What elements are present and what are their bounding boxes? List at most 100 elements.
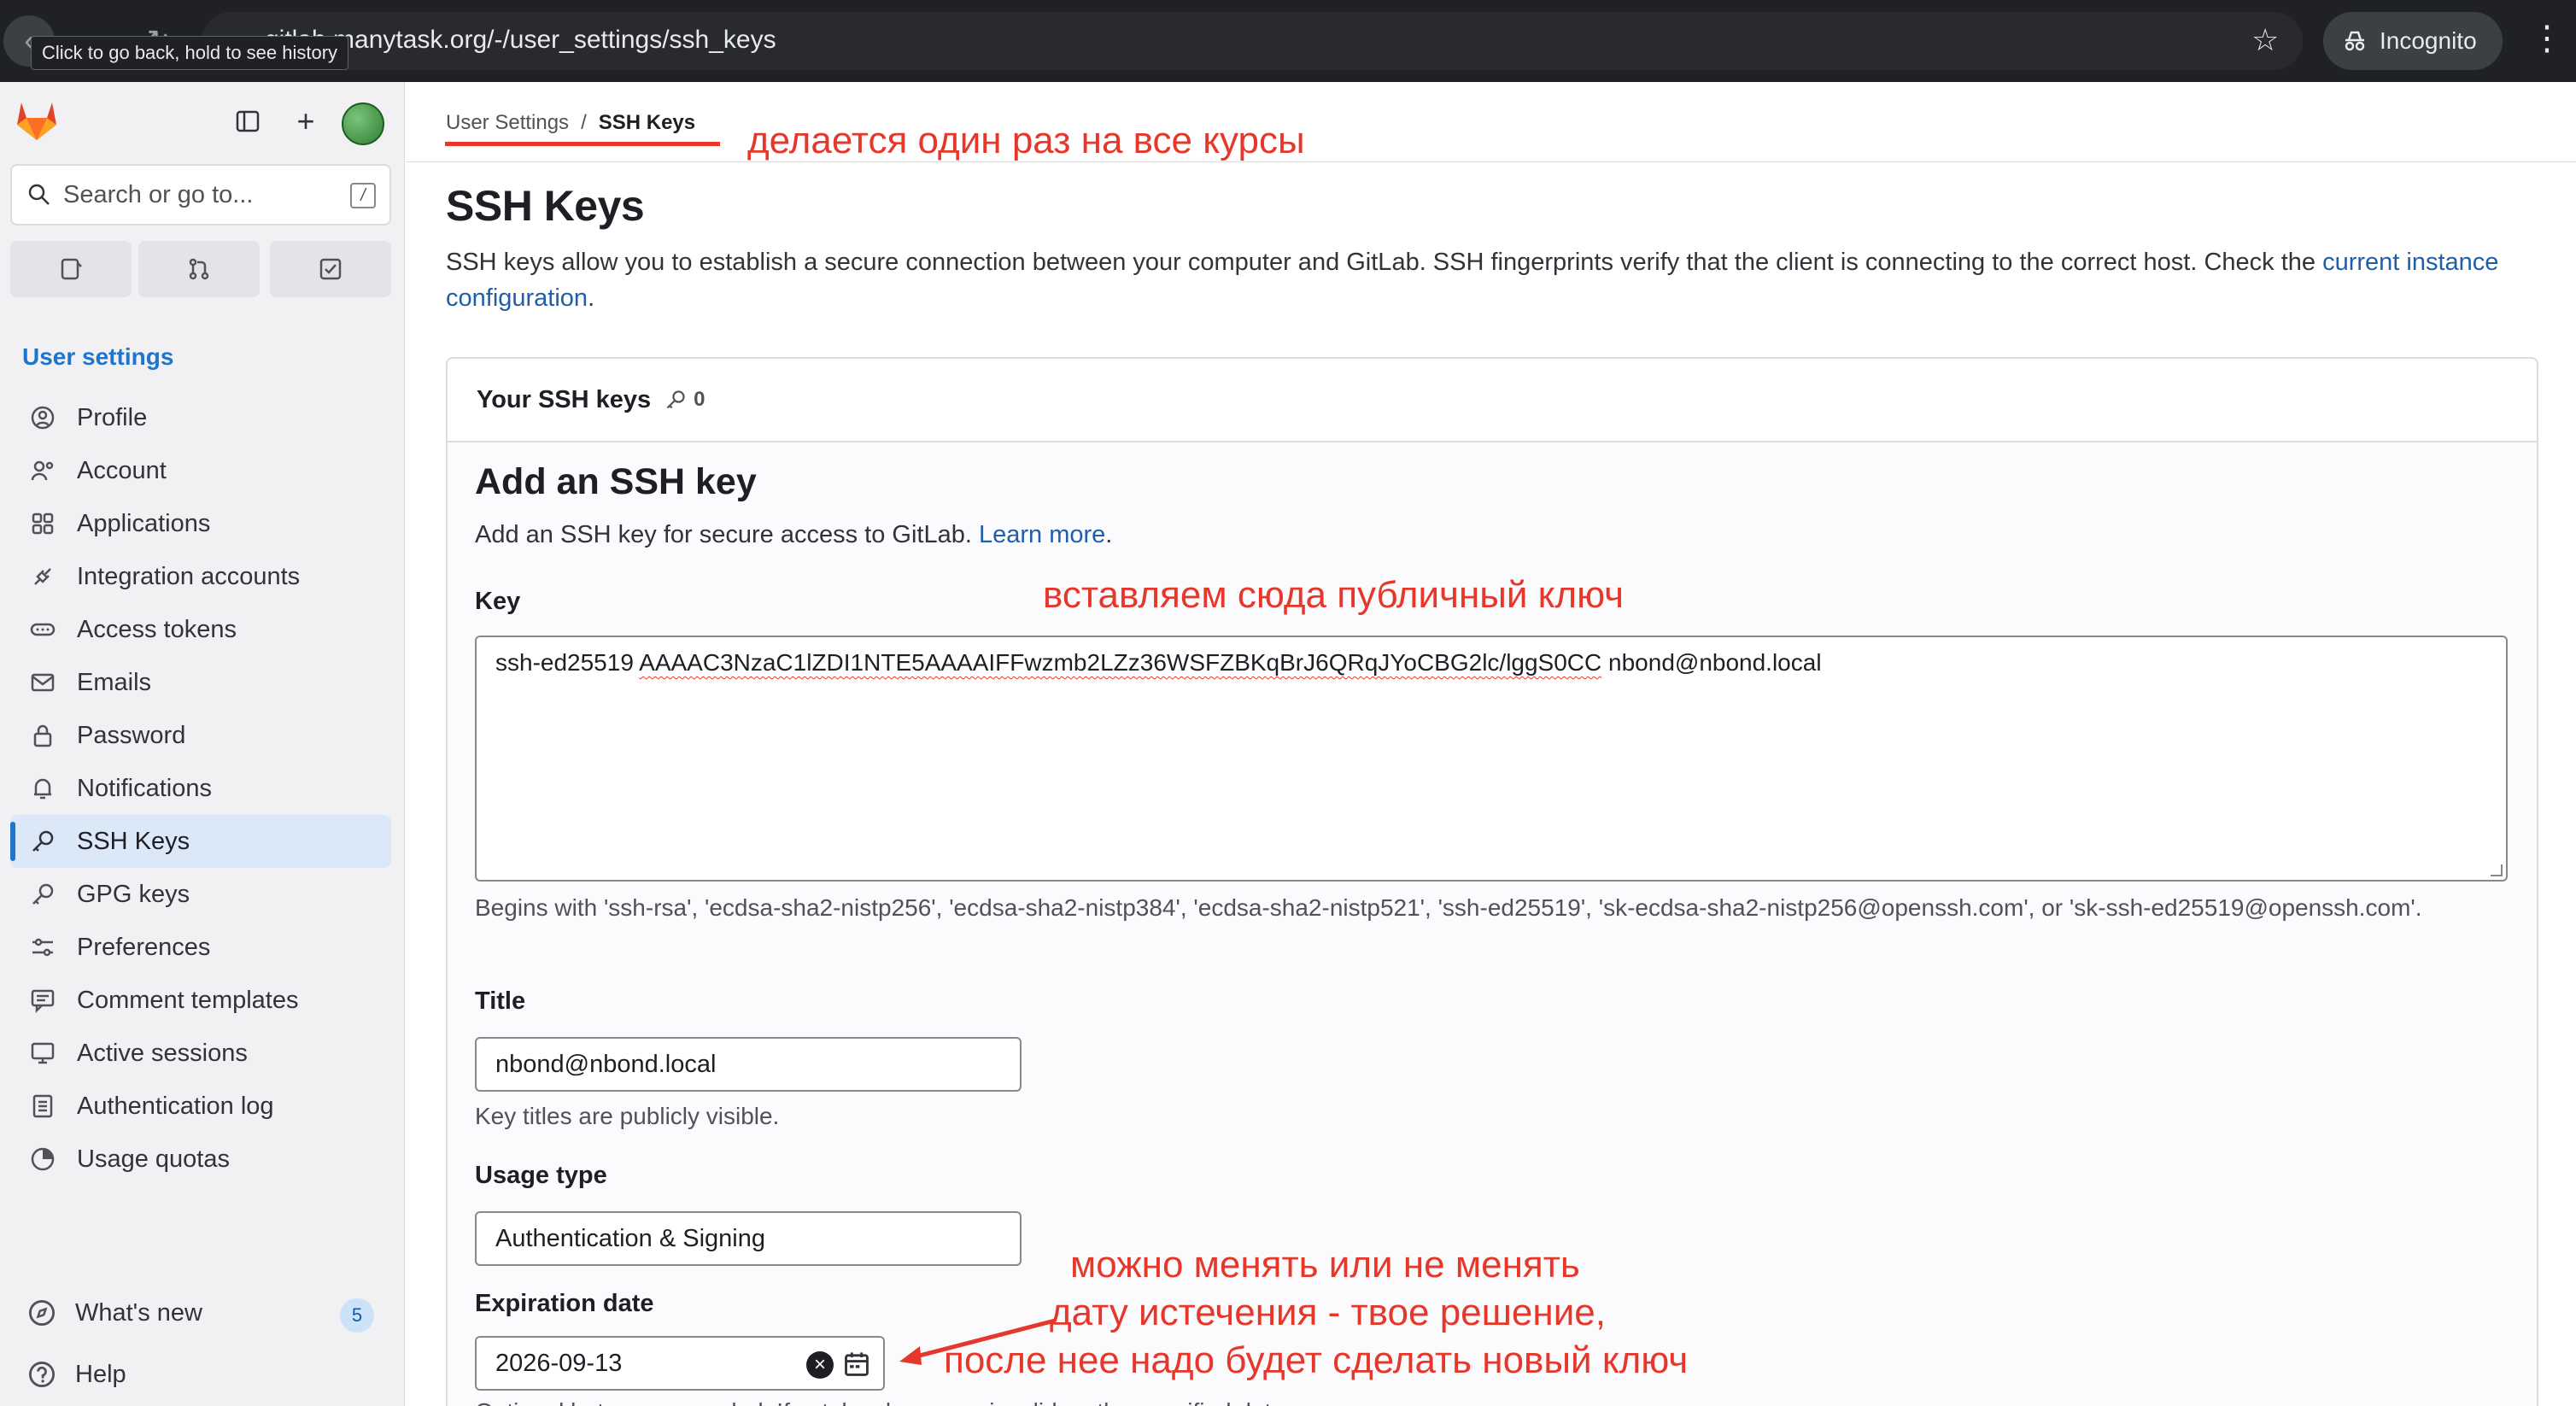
key-icon [27, 879, 58, 910]
search-placeholder: Search or go to... [63, 180, 254, 208]
preferences-icon [27, 932, 58, 963]
browser-menu-icon[interactable]: ⋮ [2530, 19, 2564, 58]
search-icon [28, 184, 50, 205]
usage-type-label: Usage type [475, 1162, 607, 1189]
expiration-date-input[interactable]: 2026-09-13 × [475, 1336, 885, 1391]
expiration-help-text: Optional but recommended. If set, key be… [475, 1394, 1291, 1406]
merge-requests-button[interactable] [138, 241, 260, 297]
expiration-date-value: 2026-09-13 [495, 1349, 623, 1377]
sidebar-item-profile[interactable]: Profile [10, 391, 391, 444]
usage-type-select[interactable]: Authentication & Signing [475, 1211, 1022, 1266]
sidebar-item-access-tokens[interactable]: Access tokens [10, 603, 391, 656]
incognito-indicator[interactable]: Incognito [2323, 12, 2503, 70]
sidebar-item-emails[interactable]: Emails [10, 656, 391, 709]
key-value-suffix: nbond@nbond.local [1601, 649, 1822, 676]
mail-icon [27, 667, 58, 698]
sidebar-heading[interactable]: User settings [22, 343, 173, 371]
create-new-icon[interactable]: + [287, 103, 325, 140]
sidebar-item-label: SSH Keys [77, 827, 190, 855]
incognito-label: Incognito [2380, 27, 2477, 54]
sidebar-item-usage-quotas[interactable]: Usage quotas [10, 1133, 391, 1186]
sidebar-item-label: Preferences [77, 933, 211, 961]
sidebar-toggle-icon[interactable] [229, 103, 266, 140]
user-avatar[interactable] [342, 103, 384, 145]
page-description: SSH keys allow you to establish a secure… [446, 244, 2547, 316]
issues-icon [61, 258, 82, 280]
title-label: Title [475, 987, 526, 1015]
sidebar-item-preferences[interactable]: Preferences [10, 921, 391, 974]
key-value-body: AAAAC3NzaC1lZDI1NTE5AAAAIFFwzmb2LZz36WSF… [639, 649, 1602, 676]
annotation-top: делается один раз на все курсы [747, 120, 1305, 161]
todo-button[interactable] [270, 241, 391, 297]
annotation-key: вставляем сюда публичный ключ [1043, 574, 1625, 616]
sidebar: + Search or go to... / User settings Pro… [0, 82, 405, 1406]
merge-request-icon [189, 258, 209, 280]
sidebar-item-authentication-log[interactable]: Authentication log [10, 1080, 391, 1133]
annotation-arrow-icon [899, 1318, 1056, 1365]
sidebar-item-integration-accounts[interactable]: Integration accounts [10, 550, 391, 603]
sidebar-item-label: Authentication log [77, 1092, 274, 1120]
token-icon [27, 614, 58, 645]
sidebar-item-account[interactable]: Account [10, 444, 391, 497]
monitor-icon [27, 1038, 58, 1069]
search-input[interactable]: Search or go to... / [10, 164, 391, 226]
key-icon [27, 826, 58, 857]
issues-button[interactable] [10, 241, 132, 297]
profile-icon [27, 402, 58, 433]
back-tooltip: Click to go back, hold to see history [31, 36, 349, 70]
sidebar-item-applications[interactable]: Applications [10, 497, 391, 550]
sidebar-item-label: Profile [77, 403, 148, 431]
todo-icon [319, 258, 342, 280]
help-button[interactable]: Help [27, 1360, 126, 1389]
learn-more-link[interactable]: Learn more [979, 521, 1105, 548]
compass-icon [28, 1299, 56, 1327]
quota-icon [27, 1144, 58, 1175]
incognito-icon [2345, 31, 2365, 51]
form-title: Add an SSH key [475, 461, 757, 502]
bookmark-star-icon[interactable]: ☆ [2251, 22, 2279, 58]
sidebar-item-label: Password [77, 721, 186, 749]
form-subtitle-text: Add an SSH key for secure access to GitL… [475, 521, 979, 548]
title-input[interactable]: nbond@nbond.local [475, 1037, 1022, 1092]
key-icon [666, 390, 685, 409]
sidebar-item-label: GPG keys [77, 880, 190, 908]
key-count-value: 0 [694, 388, 705, 411]
key-label: Key [475, 588, 521, 615]
title-help-text: Key titles are publicly visible. [475, 1103, 780, 1129]
annotation-underline [445, 142, 720, 146]
browser-toolbar: ‹ › ↻ gitlab.manytask.org/-/user_setting… [0, 0, 2576, 82]
sidebar-item-notifications[interactable]: Notifications [10, 762, 391, 815]
annotation-date-line2: дату истечения - твое решение, [1050, 1292, 1606, 1333]
key-textarea[interactable]: ssh-ed25519 AAAAC3NzaC1lZDI1NTE5AAAAIFFw… [475, 636, 2508, 882]
sidebar-item-gpg-keys[interactable]: GPG keys [10, 868, 391, 921]
help-label: Help [75, 1360, 126, 1388]
calendar-icon[interactable] [842, 1350, 871, 1379]
lock-icon [27, 720, 58, 751]
breadcrumb-current[interactable]: SSH Keys [599, 111, 695, 135]
sidebar-item-comment-templates[interactable]: Comment templates [10, 974, 391, 1027]
page-title: SSH Keys [446, 182, 645, 230]
applications-icon [27, 508, 58, 539]
sidebar-item-password[interactable]: Password [10, 709, 391, 762]
sidebar-item-label: Applications [77, 509, 211, 537]
usage-type-value: Authentication & Signing [495, 1224, 765, 1252]
sidebar-item-active-sessions[interactable]: Active sessions [10, 1027, 391, 1080]
breadcrumb-separator: / [581, 111, 587, 134]
clear-date-icon[interactable]: × [806, 1351, 834, 1379]
sidebar-item-label: Access tokens [77, 615, 237, 643]
sidebar-item-ssh-keys[interactable]: SSH Keys [10, 815, 391, 868]
key-value-prefix: ssh-ed25519 [495, 649, 640, 676]
sidebar-item-label: Integration accounts [77, 562, 301, 590]
help-icon [28, 1361, 56, 1388]
integration-icon [27, 561, 58, 592]
card-header-title: Your SSH keys [477, 385, 652, 413]
whats-new-button[interactable]: What's new [27, 1298, 202, 1327]
resize-handle[interactable] [2491, 864, 2503, 876]
card-header: Your SSH keys 0 [448, 359, 2537, 442]
page-description-end: . [588, 284, 595, 312]
title-input-value: nbond@nbond.local [495, 1050, 717, 1078]
sidebar-nav: Profile Account Applications Integration… [10, 391, 391, 1186]
form-subtitle-end: . [1105, 521, 1113, 548]
breadcrumb-parent[interactable]: User Settings [446, 111, 569, 135]
gitlab-logo-icon[interactable] [14, 97, 60, 144]
